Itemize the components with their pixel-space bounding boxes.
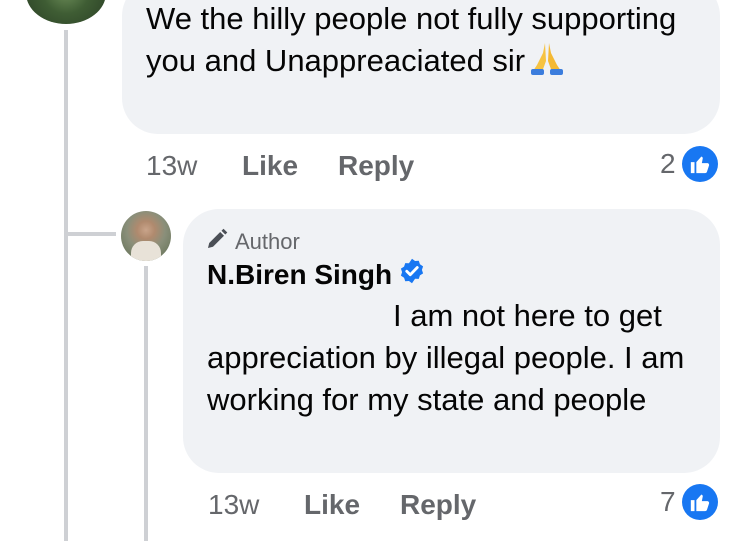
author-name[interactable]: N.Biren Singh (207, 259, 392, 291)
avatar-photo (131, 241, 161, 261)
thumbs-up-icon (681, 146, 718, 182)
thread-line-branch (64, 232, 116, 236)
thread-line-main (64, 30, 68, 541)
parent-comment-text: We the hilly people not fully supporting… (146, 0, 706, 86)
reply-reaction-count: 7 (660, 486, 676, 517)
parent-reactions[interactable]: 2 (660, 146, 718, 182)
reply-like-button[interactable]: Like (304, 489, 360, 521)
reply-reply-button[interactable]: Reply (400, 489, 476, 521)
reply-comment-actions: 13w Like Reply (0, 487, 740, 527)
author-avatar[interactable] (121, 211, 171, 261)
parent-comment-body: We the hilly people not fully supporting… (146, 1, 677, 78)
parent-reaction-count: 2 (660, 148, 676, 179)
thumbs-up-icon (681, 484, 718, 520)
commenter-avatar[interactable] (26, 0, 106, 24)
parent-reply-button[interactable]: Reply (338, 150, 414, 182)
author-badge-label: Author (235, 229, 300, 254)
parent-comment-actions: 13w Like Reply (0, 148, 740, 188)
parent-comment-bubble: We the hilly people not fully supporting… (122, 0, 720, 134)
parent-comment-time[interactable]: 13w (146, 150, 197, 182)
author-name-row[interactable]: N.Biren Singh (207, 257, 426, 292)
parent-like-button[interactable]: Like (242, 150, 298, 182)
author-badge: Author (205, 227, 300, 257)
reply-comment-time[interactable]: 13w (208, 489, 259, 521)
verified-badge-icon (398, 257, 426, 292)
reply-comment-text: I am not here to get appreciation by ill… (207, 298, 685, 417)
pencil-icon (205, 227, 229, 257)
folded-hands-icon (527, 41, 567, 86)
reply-comment-bubble: Author N.Biren Singh I am not here to ge… (183, 209, 720, 473)
reply-reactions[interactable]: 7 (660, 484, 718, 520)
